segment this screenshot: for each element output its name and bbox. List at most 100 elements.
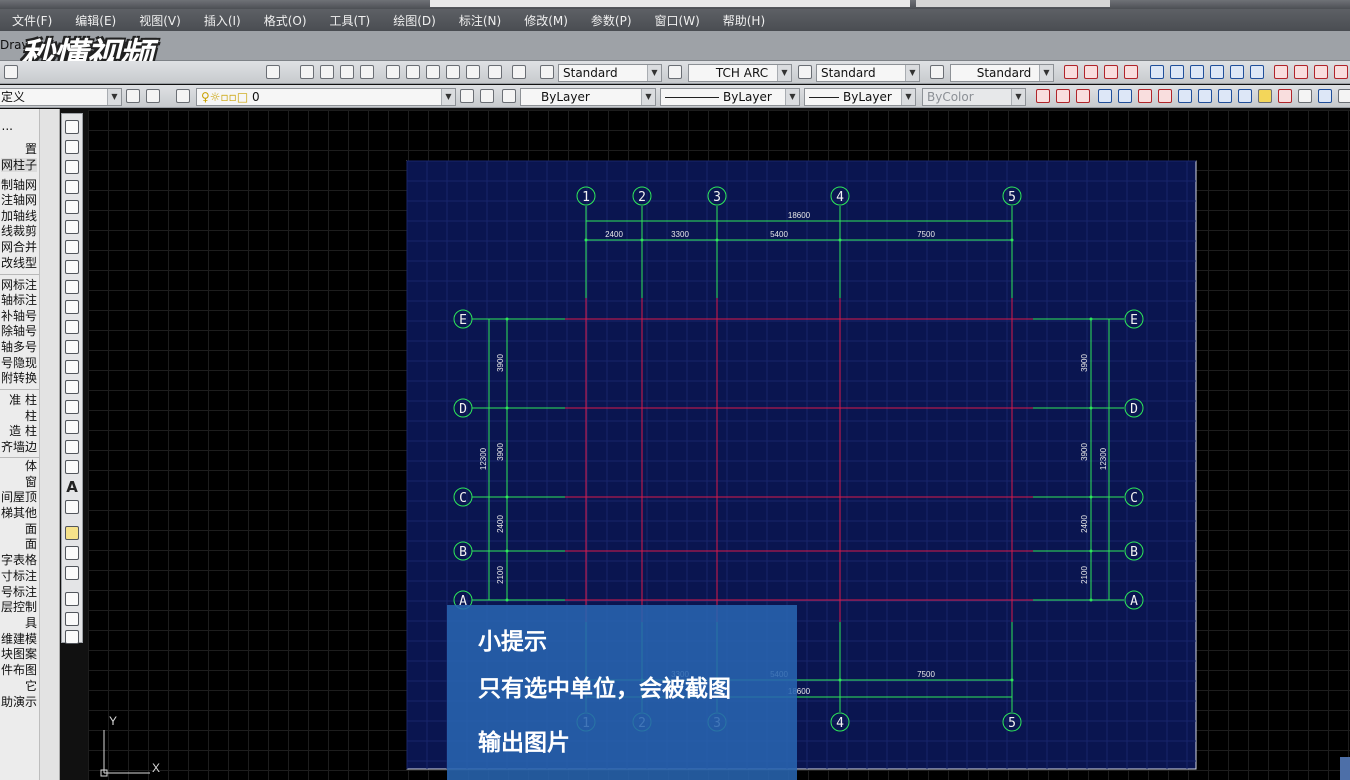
revcloud-icon[interactable] [65, 260, 79, 274]
column-icon[interactable] [1150, 65, 1164, 79]
offset-icon[interactable] [1158, 89, 1172, 103]
menu-view[interactable]: 视图(V) [139, 12, 181, 29]
help-icon[interactable] [512, 65, 526, 79]
palette-item[interactable]: 准 柱 [9, 393, 37, 407]
palette-item[interactable]: 层控制 [1, 600, 37, 614]
tool-icon[interactable] [4, 65, 18, 79]
palette-item[interactable]: 它 [25, 679, 37, 693]
axis-grid-icon[interactable] [1064, 65, 1078, 79]
wall-icon[interactable] [1170, 65, 1184, 79]
hatch-draw-icon[interactable] [65, 400, 79, 414]
palette-item[interactable]: 制轴网 [1, 178, 37, 192]
multileader-style-icon[interactable] [930, 65, 944, 79]
menu-help[interactable]: 帮助(H) [723, 12, 765, 29]
corner-widget[interactable] [1340, 757, 1350, 780]
menu-parametric[interactable]: 参数(P) [591, 12, 632, 29]
dim-linear-icon[interactable] [65, 526, 79, 540]
door-icon[interactable] [1190, 65, 1204, 79]
join-icon[interactable] [1318, 89, 1332, 103]
layer-manager-icon[interactable] [176, 89, 190, 103]
workspace-select[interactable]: 定义 ▼ [0, 88, 122, 106]
insert-block-icon[interactable] [65, 340, 79, 354]
menu-edit[interactable]: 编辑(E) [75, 12, 116, 29]
dim-style-select[interactable]: TCH ARC ▼ [688, 64, 792, 82]
menu-file[interactable]: 文件(F) [12, 12, 52, 29]
scale-icon[interactable] [1218, 89, 1232, 103]
palette-item[interactable]: 加轴线 [1, 209, 37, 223]
symbol-icon[interactable] [1294, 65, 1308, 79]
title-info-box[interactable] [916, 0, 1110, 7]
palette-item[interactable]: 改线型 [1, 256, 37, 270]
break-icon[interactable] [1298, 89, 1312, 103]
zoom-window-icon[interactable] [340, 65, 354, 79]
room-icon[interactable] [1250, 65, 1264, 79]
dim-tool-icon[interactable] [1334, 65, 1348, 79]
make-current-layer-icon[interactable] [460, 89, 474, 103]
ellipse-arc-icon[interactable] [65, 320, 79, 334]
zoom-previous-icon[interactable] [360, 65, 374, 79]
menu-modify[interactable]: 修改(M) [524, 12, 568, 29]
stretch-icon[interactable] [1238, 89, 1252, 103]
menu-dimension[interactable]: 标注(N) [459, 12, 501, 29]
mirror-icon[interactable] [1138, 89, 1152, 103]
palette-item[interactable]: 间屋顶 [1, 490, 37, 504]
palette-item[interactable]: 助演示 [1, 695, 37, 709]
palette-item[interactable]: 块图案 [1, 647, 37, 661]
palette-item[interactable]: 字表格 [1, 553, 37, 567]
hatch-icon[interactable] [1076, 89, 1090, 103]
rotate-icon[interactable] [1198, 89, 1212, 103]
palette-item[interactable]: 除轴号 [1, 324, 37, 338]
explode-icon[interactable] [1338, 89, 1350, 103]
palette-scroll-handle[interactable] [39, 109, 59, 780]
title-search-box[interactable] [430, 0, 910, 7]
plotstyle-select[interactable]: ByColor ▼ [922, 88, 1026, 106]
lineweight-select[interactable]: ByLayer ▼ [804, 88, 916, 106]
color-select[interactable]: ByLayer ▼ [520, 88, 656, 106]
copy-icon[interactable] [1118, 89, 1132, 103]
markup-icon[interactable] [466, 65, 480, 79]
axis-edit-icon[interactable] [1124, 65, 1138, 79]
pan-icon[interactable] [300, 65, 314, 79]
palette-item[interactable]: 补轴号 [1, 309, 37, 323]
workspace-settings-icon[interactable] [126, 89, 140, 103]
palette-item[interactable]: 体 [25, 459, 37, 473]
palette-item[interactable]: 轴标注 [1, 293, 37, 307]
multileader-style-select[interactable]: Standard ▼ [950, 64, 1054, 82]
line-icon[interactable] [65, 120, 79, 134]
table-style-select[interactable]: Standard ▼ [816, 64, 920, 82]
palette-item[interactable]: 面 [25, 522, 37, 536]
properties-icon[interactable] [386, 65, 400, 79]
gradient-icon[interactable] [65, 420, 79, 434]
palette-item[interactable]: 置 [25, 142, 37, 156]
multiline-text-icon[interactable]: A [65, 480, 79, 495]
palette-item[interactable]: 附转换 [1, 371, 37, 385]
arc-icon[interactable] [65, 220, 79, 234]
axis-tag-icon[interactable] [1084, 65, 1098, 79]
view-tool-icon[interactable] [1036, 89, 1050, 103]
palette-item[interactable]: 齐墙边 [1, 440, 37, 454]
text-style-icon[interactable] [540, 65, 554, 79]
dim-style-icon[interactable] [668, 65, 682, 79]
circle-icon[interactable] [65, 240, 79, 254]
palette-item[interactable]: 窗 [25, 475, 37, 489]
palette-item[interactable]: 件布图 [1, 663, 37, 677]
dim-diameter-icon[interactable] [65, 612, 79, 626]
polygon-icon[interactable] [65, 180, 79, 194]
calculator-icon[interactable] [488, 65, 502, 79]
dim-baseline-icon[interactable] [65, 630, 79, 644]
palette-item[interactable]: 号隐现 [1, 356, 37, 370]
menu-insert[interactable]: 插入(I) [204, 12, 241, 29]
table-tool-icon[interactable] [1314, 65, 1328, 79]
table-draw-icon[interactable] [65, 460, 79, 474]
palette-item[interactable]: 网标注 [1, 278, 37, 292]
array-icon[interactable] [1178, 89, 1192, 103]
palette-item[interactable]: 线裁剪 [1, 224, 37, 238]
move-icon[interactable] [1098, 89, 1112, 103]
menu-draw[interactable]: 绘图(D) [393, 12, 436, 29]
palette-item[interactable]: 造 柱 [9, 424, 37, 438]
palette-item[interactable]: 网柱子 [0, 158, 37, 172]
palette-item[interactable]: 寸标注 [1, 569, 37, 583]
layer-previous-icon[interactable] [480, 89, 494, 103]
rectangle-icon[interactable] [65, 200, 79, 214]
section-icon[interactable] [1056, 89, 1070, 103]
